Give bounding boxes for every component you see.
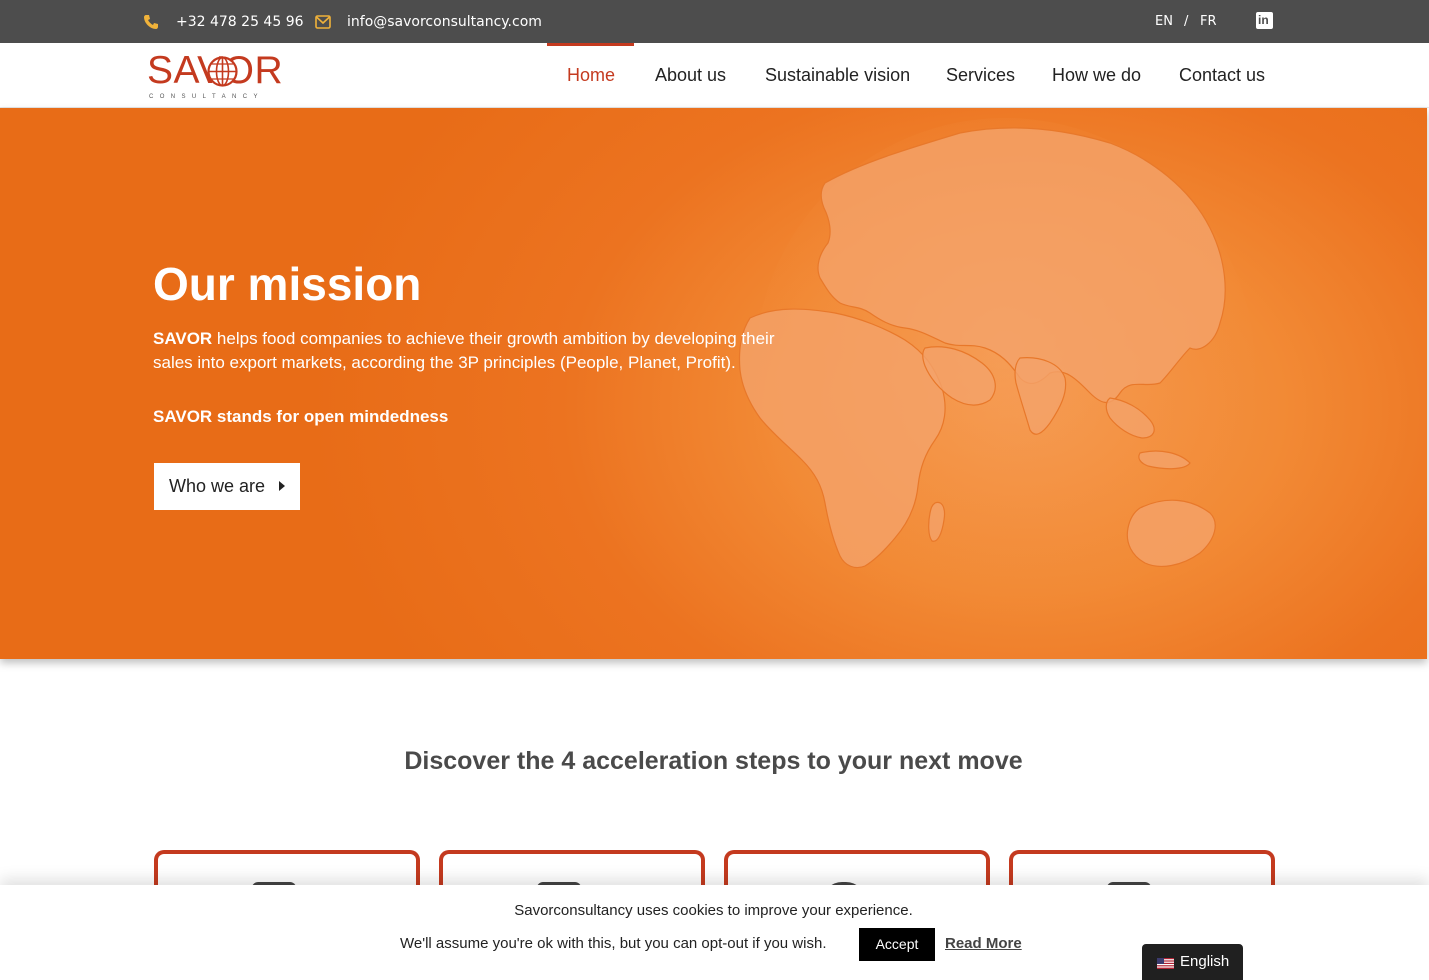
hero-tagline: SAVOR stands for open mindedness	[153, 407, 449, 426]
hero-description-text: helps food companies to achieve their gr…	[153, 329, 775, 372]
language-switcher[interactable]: English	[1142, 944, 1243, 980]
globe-logo-icon	[207, 56, 238, 87]
page: +32 478 25 45 96 info@savorconsultancy.c…	[0, 0, 1429, 980]
hero-title: Our mission	[153, 258, 422, 310]
us-flag-icon	[1157, 958, 1174, 969]
hero-description: SAVOR helps food companies to achieve th…	[153, 327, 793, 375]
cookie-accept-button[interactable]: Accept	[859, 928, 935, 961]
top-bar: +32 478 25 45 96 info@savorconsultancy.c…	[0, 0, 1429, 43]
world-globe-illustration	[738, 118, 1255, 618]
nav-sustainable-vision[interactable]: Sustainable vision	[765, 64, 910, 86]
nav-home[interactable]: Home	[567, 64, 615, 86]
cookie-read-more-link[interactable]: Read More	[945, 935, 1022, 953]
lang-en-link[interactable]: EN	[1155, 13, 1173, 31]
nav-about-us[interactable]: About us	[655, 64, 726, 86]
lang-separator: /	[1184, 14, 1189, 29]
mail-icon	[315, 15, 331, 29]
nav-contact-us[interactable]: Contact us	[1179, 64, 1265, 86]
main-header: SAVOR CONSULTANCY Home About us Sustaina…	[0, 43, 1429, 108]
who-we-are-label: Who we are	[169, 476, 266, 496]
linkedin-icon[interactable]: in	[1256, 12, 1273, 29]
nav-services[interactable]: Services	[946, 64, 1015, 86]
cookie-optout-message: We'll assume you're ok with this, but yo…	[400, 935, 827, 952]
who-we-are-button[interactable]: Who we are	[154, 463, 300, 510]
email-link[interactable]: info@savorconsultancy.com	[347, 13, 542, 31]
lang-fr-link[interactable]: FR	[1200, 13, 1217, 31]
nav-how-we-do[interactable]: How we do	[1052, 64, 1141, 86]
phone-number[interactable]: +32 478 25 45 96	[176, 13, 304, 31]
hero-brand: SAVOR	[153, 329, 213, 348]
steps-section-title: Discover the 4 acceleration steps to you…	[404, 747, 1023, 775]
caret-right-icon	[279, 481, 285, 491]
language-label: English	[1180, 953, 1230, 970]
nav-active-indicator	[547, 43, 634, 46]
cookie-message: Savorconsultancy uses cookies to improve…	[514, 902, 913, 919]
logo[interactable]: SAVOR CONSULTANCY	[147, 49, 283, 103]
hero-banner: Our mission SAVOR helps food companies t…	[0, 108, 1427, 659]
phone-icon	[144, 15, 158, 29]
logo-subtitle: CONSULTANCY	[149, 94, 264, 100]
